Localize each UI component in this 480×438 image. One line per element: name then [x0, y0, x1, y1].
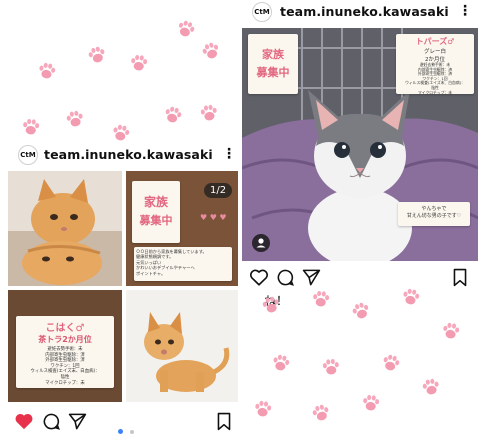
account-avatar[interactable]: CtM — [252, 2, 272, 22]
paw-print-icon — [268, 350, 294, 376]
paw-print-icon — [160, 102, 187, 129]
profile-sign-name: トパーズ♂ — [415, 37, 455, 46]
recruit-sign-line1: 家族 — [262, 48, 284, 61]
kitten-standing-tile[interactable] — [126, 290, 238, 402]
profile-subtitle: 茶トラ2か月位 — [38, 335, 92, 344]
note-sign: やんちゃで 甘えん坊な男の子です♡ — [398, 202, 470, 226]
save-button[interactable] — [452, 268, 468, 287]
comment-button[interactable] — [276, 268, 295, 287]
left-post: CtM team.inuneko.kawasaki ⋮ 家族 募集中 1/2 Ｏ… — [0, 0, 240, 436]
recruit-title-line1: 家族 — [143, 195, 168, 209]
kitten-photo-tile[interactable] — [8, 171, 122, 286]
share-icon — [68, 413, 87, 430]
standing-kitten-photo — [126, 290, 238, 402]
paw-print-icon — [127, 51, 151, 75]
paw-print-icon — [319, 355, 343, 379]
recruit-board: 家族 募集中 — [132, 181, 180, 243]
like-button[interactable] — [249, 268, 269, 286]
paw-print-icon — [308, 400, 335, 427]
paw-print-icon — [197, 101, 222, 126]
comment-icon — [277, 269, 294, 286]
main-kitten-photo[interactable]: 家族 募集中 トパーズ♂ グレー白 2か月位 避妊去勢手術：未 内部寄生虫駆除：済… — [242, 28, 478, 261]
paw-print-icon — [34, 58, 59, 83]
tagged-user-button[interactable] — [252, 234, 270, 252]
kittens-photo — [8, 171, 122, 286]
profile-sign-subtitle: グレー白 — [423, 49, 446, 55]
person-icon — [256, 238, 266, 248]
paw-print-icon — [347, 297, 375, 325]
carousel-dot — [130, 430, 135, 434]
paw-print-icon — [359, 391, 383, 415]
profile-board: こはく♂ 茶トラ2か月位 避妊去勢手術：未 内部寄生虫駆除：済 外部寄生虫駆除：済ワ… — [16, 316, 114, 388]
share-icon — [302, 269, 321, 286]
right-post-header: CtM team.inuneko.kawasaki ⋮ — [240, 0, 480, 26]
profile-sign: トパーズ♂ グレー白 2か月位 避妊去勢手術：未 内部寄生虫駆除：済 外部寄生虫駆除… — [396, 34, 474, 94]
paw-print-icon — [84, 42, 111, 69]
comment-button[interactable] — [42, 412, 61, 431]
paw-print-icon — [398, 284, 423, 309]
paw-print-icon — [172, 15, 200, 43]
recruit-title-line2: 募集中 — [139, 214, 173, 227]
save-button[interactable] — [216, 412, 232, 431]
paw-print-icon — [258, 292, 284, 318]
recruit-sign-line2: 募集中 — [256, 66, 290, 79]
note-sign-line2: 甘えん坊な男の子です♡ — [406, 213, 462, 219]
paw-print-icon — [418, 374, 443, 399]
detail-line: ポイントチャ。 — [136, 270, 166, 276]
account-handle[interactable]: team.inuneko.kawasaki — [280, 4, 449, 19]
paw-print-icon — [19, 115, 43, 139]
more-options-icon[interactable]: ⋮ — [458, 4, 472, 18]
note-sign-line1: やんちゃで — [421, 206, 447, 212]
recruit-notes: ＯＯ日前から家族を募集しています。 健康状態順調です。 元気いっぱい かわいいおデブイ… — [134, 247, 232, 281]
detail-line: マイクロチップ：未 — [45, 380, 85, 386]
bookmark-icon — [217, 412, 231, 431]
account-avatar[interactable]: CtM — [18, 145, 38, 165]
comment-icon — [43, 413, 60, 430]
more-options-icon[interactable]: ⋮ — [222, 147, 236, 161]
hearts-decoration: ♥ ♥ ♥ — [200, 213, 227, 222]
account-handle[interactable]: team.inuneko.kawasaki — [44, 147, 213, 162]
share-button[interactable] — [302, 268, 321, 287]
paw-print-icon — [62, 106, 87, 131]
paw-print-icon — [378, 350, 405, 377]
profile-name: こはく♂ — [45, 323, 85, 334]
carousel-counter: 1/2 — [204, 183, 233, 198]
left-post-header: CtM team.inuneko.kawasaki ⋮ — [0, 142, 240, 168]
paw-print-icon — [439, 319, 464, 344]
recruit-sign: 家族 募集中 — [248, 34, 298, 94]
right-post: CtM team.inuneko.kawasaki ⋮ 家族 募集中 トパーズ♂… — [240, 0, 480, 436]
paw-print-icon — [197, 37, 225, 65]
profile-board-tile[interactable]: こはく♂ 茶トラ2か月位 避妊去勢手術：未 内部寄生虫駆除：済 外部寄生虫駆除：済ワ… — [8, 290, 122, 402]
heart-icon-filled — [15, 413, 33, 430]
paw-print-icon — [309, 287, 333, 311]
carousel-dots — [118, 419, 135, 438]
like-button[interactable] — [14, 412, 34, 430]
share-button[interactable] — [68, 412, 87, 431]
bookmark-icon — [453, 268, 467, 287]
detail-line: マイクロチップ：未 — [417, 89, 453, 95]
paw-print-icon — [251, 397, 276, 422]
carousel-dot-active — [118, 429, 123, 434]
heart-icon — [249, 269, 269, 286]
recruit-board-tile[interactable]: 家族 募集中 1/2 ＯＯ日前から家族を募集しています。 健康状態順調です。 元気い… — [126, 171, 238, 286]
